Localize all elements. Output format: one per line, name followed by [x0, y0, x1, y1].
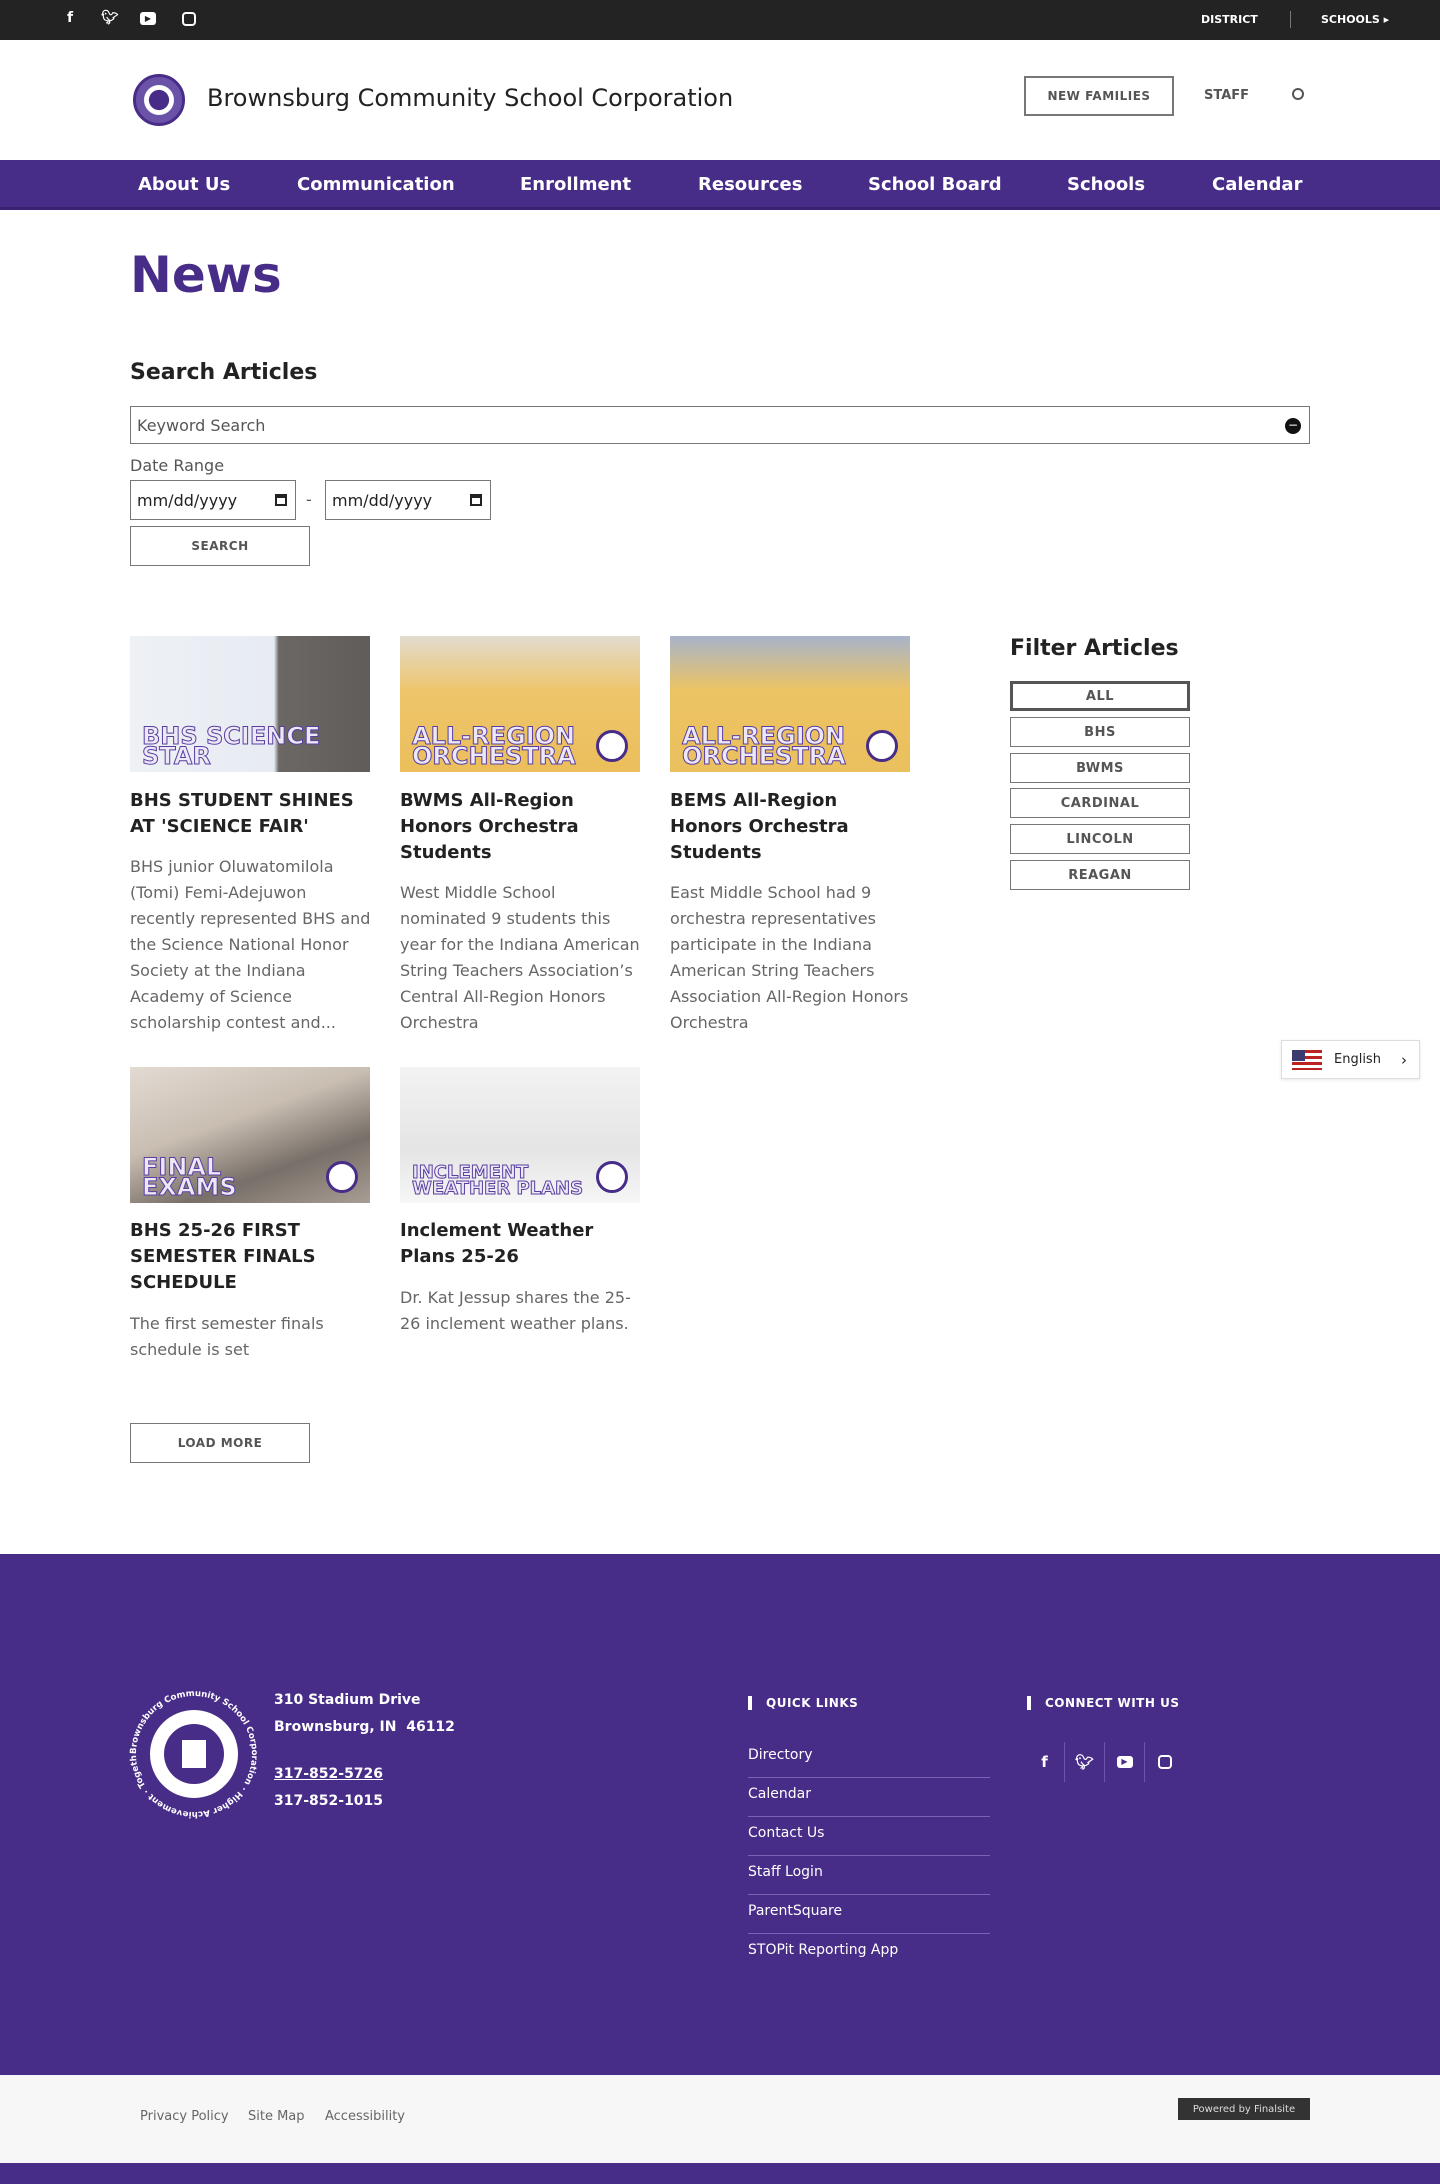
article-title[interactable]: BWMS All-Region Honors Orchestra Student… [400, 788, 640, 866]
accessibility-link[interactable]: Accessibility [325, 2109, 405, 2124]
keyword-search-input[interactable]: Keyword Search − [130, 406, 1310, 444]
keyword-placeholder: Keyword Search [137, 415, 266, 435]
site-title[interactable]: Brownsburg Community School Corporation [207, 84, 733, 112]
site-header: Brownsburg Community School Corporation … [0, 40, 1440, 160]
page-title: News [130, 246, 282, 304]
divider [1290, 11, 1291, 28]
image-overlay-text: FINAL EXAMS [142, 1153, 238, 1201]
calendar-icon[interactable] [275, 494, 287, 506]
privacy-policy-link[interactable]: Privacy Policy [140, 2109, 229, 2124]
powered-label: Powered by Finalsite [1192, 2103, 1296, 2115]
quick-link-calendar[interactable]: Calendar [748, 1778, 990, 1817]
twitter-icon[interactable]: 🐦︎ [1065, 1742, 1105, 1782]
article-title[interactable]: BEMS All-Region Honors Orchestra Student… [670, 788, 910, 866]
quick-link-contact-us[interactable]: Contact Us [748, 1817, 990, 1856]
language-selector[interactable]: English › [1281, 1040, 1420, 1079]
seal-icon [866, 730, 898, 762]
filter-heading: Filter Articles [1010, 636, 1179, 661]
article-summary: East Middle School had 9 orchestra repre… [670, 883, 909, 1032]
nav-schools[interactable]: Schools [1067, 174, 1145, 195]
connect-heading: CONNECT WITH US [1027, 1696, 1179, 1710]
facebook-icon[interactable]: f [60, 10, 80, 26]
end-date-input[interactable]: mm/dd/yyyy [325, 480, 491, 520]
article-title[interactable]: Inclement Weather Plans 25-26 [400, 1218, 640, 1270]
district-link[interactable]: DISTRICT [1201, 13, 1258, 26]
article-image[interactable]: BHS SCIENCE STAR [130, 636, 370, 772]
utility-bar: f 🐦︎ ▶ DISTRICT SCHOOLS ▸ [0, 0, 1440, 40]
bottom-strip [0, 2163, 1440, 2184]
quick-link-parentsquare[interactable]: ParentSquare [748, 1895, 990, 1934]
filter-cardinal[interactable]: CARDINAL [1010, 788, 1190, 818]
start-date-placeholder: mm/dd/yyyy [137, 490, 238, 510]
article-title[interactable]: BHS STUDENT SHINES AT 'SCIENCE FAIR' [130, 788, 370, 840]
article-summary: BHS junior Oluwatomilola (Tomi) Femi-Ade… [130, 857, 371, 1032]
nav-about-us[interactable]: About Us [138, 174, 230, 195]
instagram-icon[interactable] [182, 12, 196, 26]
quick-link-directory[interactable]: Directory [748, 1739, 990, 1778]
address-line-1: 310 Stadium Drive [274, 1692, 421, 1708]
article-title[interactable]: BHS 25-26 FIRST SEMESTER FINALS SCHEDULE [130, 1218, 370, 1296]
district-logo[interactable] [133, 74, 185, 126]
nav-school-board[interactable]: School Board [868, 174, 1002, 195]
nav-enrollment[interactable]: Enrollment [520, 174, 631, 195]
article-image[interactable]: ALL-REGION ORCHESTRA [670, 636, 910, 772]
instagram-icon[interactable] [1145, 1742, 1185, 1782]
twitter-icon[interactable]: 🐦︎ [100, 10, 120, 26]
seal-icon [326, 1161, 358, 1193]
us-flag-icon [1292, 1049, 1322, 1070]
schools-label: SCHOOLS [1321, 13, 1380, 26]
district-seal-logo: Brownsburg Community School Corporation … [126, 1686, 259, 1819]
filter-reagan[interactable]: REAGAN [1010, 860, 1190, 890]
quick-links-heading: QUICK LINKS [748, 1696, 858, 1710]
nav-communication[interactable]: Communication [297, 174, 455, 195]
seal-icon [596, 1161, 628, 1193]
article-summary: West Middle School nominated 9 students … [400, 883, 640, 1032]
youtube-icon[interactable]: ▶ [1105, 1742, 1145, 1782]
image-overlay-text: ALL-REGION ORCHESTRA [682, 722, 847, 770]
youtube-icon[interactable]: ▶ [140, 12, 156, 25]
quick-link-staff-login[interactable]: Staff Login [748, 1856, 990, 1895]
article-image[interactable]: INCLEMENT WEATHER PLANS [400, 1067, 640, 1203]
chevron-right-icon: › [1401, 1050, 1407, 1069]
filter-lincoln[interactable]: LINCOLN [1010, 824, 1190, 854]
date-range-label: Date Range [130, 456, 225, 475]
date-dash: - [306, 490, 312, 509]
schools-menu[interactable]: SCHOOLS ▸ [1321, 13, 1389, 26]
seal-icon [596, 730, 628, 762]
clear-icon[interactable]: − [1285, 418, 1301, 434]
fax-number: 317-852-1015 [274, 1793, 384, 1809]
end-date-placeholder: mm/dd/yyyy [332, 490, 433, 510]
search-button[interactable]: SEARCH [130, 526, 310, 566]
article-summary: The first semester finals schedule is se… [130, 1314, 324, 1359]
site-map-link[interactable]: Site Map [248, 2109, 305, 2124]
article-image[interactable]: ALL-REGION ORCHESTRA [400, 636, 640, 772]
load-more-button[interactable]: LOAD MORE [130, 1423, 310, 1463]
phone-link[interactable]: 317-852-5726 [274, 1766, 383, 1782]
address-line-2: Brownsburg, IN 46112 [274, 1719, 455, 1735]
image-overlay-text: ALL-REGION ORCHESTRA [412, 722, 577, 770]
image-overlay-text: BHS SCIENCE STAR [142, 722, 321, 770]
start-date-input[interactable]: mm/dd/yyyy [130, 480, 296, 520]
article-summary: Dr. Kat Jessup shares the 25-26 inclemen… [400, 1288, 631, 1333]
calendar-icon[interactable] [470, 494, 482, 506]
facebook-icon[interactable]: f [1025, 1742, 1065, 1782]
language-label: English [1334, 1052, 1381, 1067]
quick-link-stopit[interactable]: STOPit Reporting App [748, 1934, 990, 1973]
powered-by-finalsite-badge[interactable]: Powered by Finalsite [1178, 2098, 1310, 2120]
main-nav: About Us Communication Enrollment Resour… [0, 160, 1440, 210]
new-families-button[interactable]: NEW FAMILIES [1024, 76, 1174, 116]
bottom-bar: Privacy Policy Site Map Accessibility Po… [0, 2075, 1440, 2163]
article-image[interactable]: FINAL EXAMS [130, 1067, 370, 1203]
filter-bhs[interactable]: BHS [1010, 717, 1190, 747]
search-icon[interactable] [1292, 88, 1304, 100]
nav-resources[interactable]: Resources [698, 174, 802, 195]
filter-all[interactable]: ALL [1010, 681, 1190, 711]
search-heading: Search Articles [130, 360, 318, 385]
filter-bwms[interactable]: BWMS [1010, 753, 1190, 783]
image-overlay-text: INCLEMENT WEATHER PLANS [412, 1162, 584, 1199]
staff-link[interactable]: STAFF [1204, 88, 1249, 103]
nav-calendar[interactable]: Calendar [1212, 174, 1302, 195]
